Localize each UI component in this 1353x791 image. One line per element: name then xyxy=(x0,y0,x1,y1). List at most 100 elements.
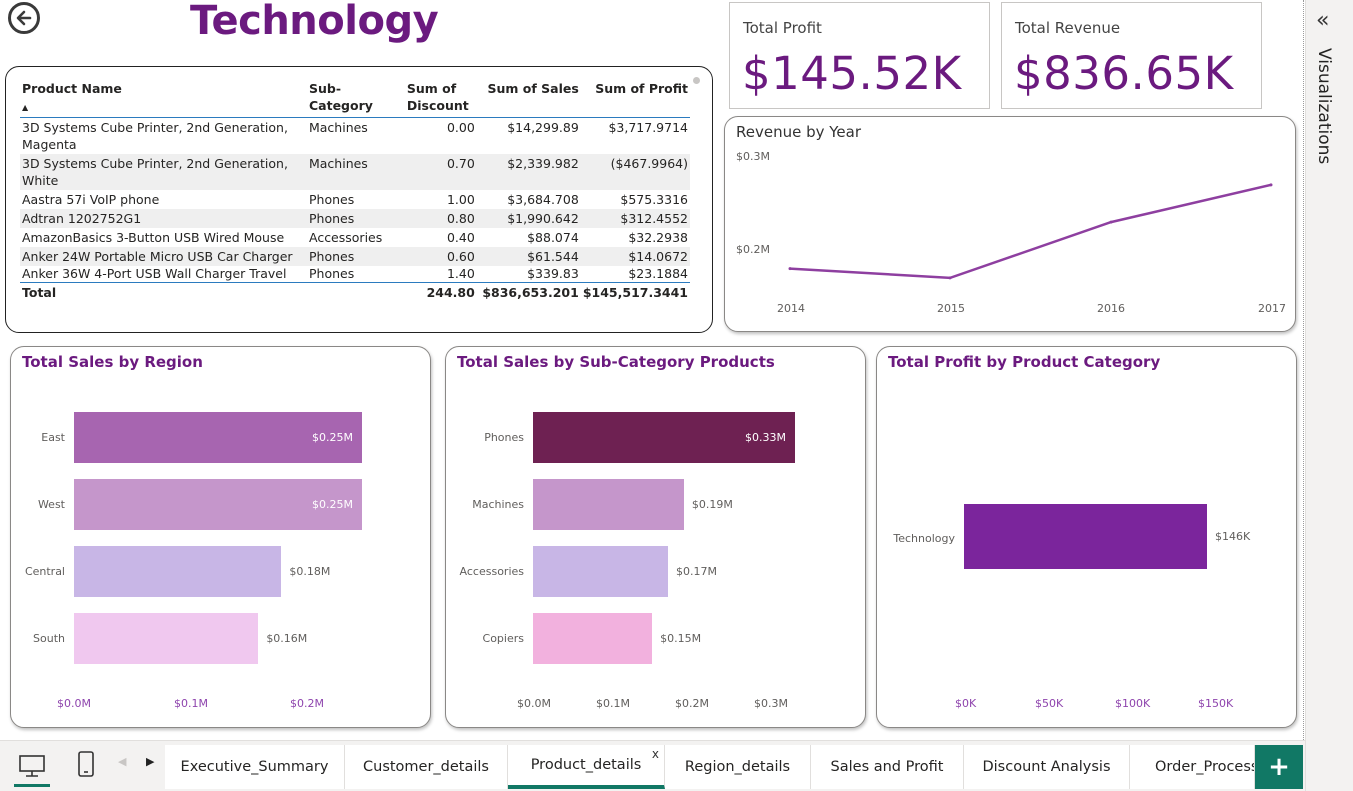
tab-label: Executive_Summary xyxy=(180,759,329,775)
cell-subcat: Machines xyxy=(306,154,405,190)
bar[interactable] xyxy=(74,546,282,597)
category-label: Machines xyxy=(472,498,524,511)
visualizations-pane[interactable]: « Visualizations xyxy=(1305,0,1353,791)
bar[interactable] xyxy=(74,613,259,664)
revenue-point[interactable] xyxy=(948,276,952,280)
tab-label: Sales and Profit xyxy=(830,759,944,775)
revenue-point[interactable] xyxy=(1269,183,1273,187)
total-revenue-label: Total Revenue xyxy=(1015,19,1121,37)
cell-name: Aastra 57i VoIP phone xyxy=(22,192,160,207)
cell-profit: $3,717.9714 xyxy=(608,120,688,135)
x-tick: 2016 xyxy=(1097,302,1125,315)
cell-sales: $61.544 xyxy=(476,247,581,266)
table-row[interactable]: Adtran 1202752G1 Phones 0.80 $1,990.642 … xyxy=(20,209,690,228)
page-title: Technology xyxy=(190,0,439,44)
scroll-indicator[interactable] xyxy=(693,77,700,84)
subcat-chart-title: Total Sales by Sub-Category Products xyxy=(457,353,775,371)
total-label: Total xyxy=(20,282,307,302)
revenue-point[interactable] xyxy=(1109,220,1113,224)
header-product-name[interactable]: Product Name ▲ xyxy=(20,79,307,118)
arrow-left-icon xyxy=(16,10,32,26)
table-row[interactable]: 3D Systems Cube Printer, 2nd Generation,… xyxy=(20,154,690,190)
add-page-button[interactable]: + xyxy=(1255,745,1303,789)
x-tick: $150K xyxy=(1198,697,1234,710)
category-label: East xyxy=(41,431,65,444)
total-discount: 244.80 xyxy=(404,282,477,302)
cell-name: 3D Systems Cube Printer, 2nd Generation,… xyxy=(20,154,307,190)
cell-name: Anker 36W 4-Port USB Wall Charger Travel xyxy=(22,266,287,281)
cell-discount: 0.80 xyxy=(404,209,477,228)
header-profit[interactable]: Sum of Profit xyxy=(580,79,690,118)
mobile-view-button[interactable] xyxy=(74,749,100,785)
x-tick: $0.0M xyxy=(517,697,551,710)
tab-order-processing[interactable]: Order_Processi xyxy=(1130,745,1255,789)
table-row[interactable]: Anker 36W 4-Port USB Wall Charger Travel… xyxy=(20,266,690,283)
x-tick: 2015 xyxy=(937,302,965,315)
product-table[interactable]: Product Name ▲ Sub-Category Sum of Discou… xyxy=(5,66,713,333)
data-label: $0.15M xyxy=(660,631,702,645)
scroll-left-icon[interactable]: ◀ xyxy=(118,755,126,768)
bar[interactable] xyxy=(533,546,668,597)
sales-by-region-chart[interactable]: Total Sales by Region East West Central … xyxy=(10,346,431,728)
category-label: Accessories xyxy=(459,565,524,578)
back-button[interactable] xyxy=(8,2,40,34)
profit-by-category-chart[interactable]: Total Profit by Product Category Technol… xyxy=(876,346,1297,728)
x-tick: $0K xyxy=(955,697,977,710)
bar[interactable] xyxy=(533,613,653,664)
revenue-by-year-chart[interactable]: Revenue by Year $0.3M $0.2M 2014 2015 20… xyxy=(724,116,1296,332)
data-label: $0.33M xyxy=(745,430,786,444)
total-revenue-card[interactable]: Total Revenue $836.65K xyxy=(1001,2,1262,109)
x-tick: 2017 xyxy=(1258,302,1286,315)
total-profit-card[interactable]: Total Profit $145.52K xyxy=(729,2,990,109)
cell-subcat: Accessories xyxy=(308,230,383,245)
tab-sales-and-profit[interactable]: Sales and Profit xyxy=(811,745,964,789)
revenue-point[interactable] xyxy=(788,267,792,271)
monitor-icon xyxy=(19,755,45,777)
cell-sales: $1,990.642 xyxy=(476,209,581,228)
cell-name: Anker 24W Portable Micro USB Car Charger xyxy=(20,247,307,266)
tab-customer-details[interactable]: Customer_details xyxy=(345,745,508,789)
cell-profit: $575.3316 xyxy=(620,192,688,207)
category-label: Copiers xyxy=(482,632,524,645)
cell-discount: 1.00 xyxy=(446,192,475,207)
table-row[interactable]: 3D Systems Cube Printer, 2nd Generation,… xyxy=(20,118,690,155)
product-table-grid: Product Name ▲ Sub-Category Sum of Discou… xyxy=(20,79,690,302)
cell-sales: $2,339.982 xyxy=(476,154,581,190)
tab-discount-analysis[interactable]: Discount Analysis xyxy=(964,745,1130,789)
scroll-right-icon[interactable]: ▶ xyxy=(146,755,154,768)
data-label: $0.16M xyxy=(266,631,308,645)
close-tab-icon[interactable]: x xyxy=(652,747,659,761)
data-label: $146K xyxy=(1215,529,1251,543)
table-row[interactable]: Anker 24W Portable Micro USB Car Charger… xyxy=(20,247,690,266)
table-row[interactable]: Aastra 57i VoIP phone Phones 1.00 $3,684… xyxy=(20,190,690,209)
tab-executive-summary[interactable]: Executive_Summary xyxy=(165,745,345,789)
header-discount[interactable]: Sum of Discount xyxy=(404,79,477,118)
cell-name: 3D Systems Cube Printer, 2nd Generation,… xyxy=(22,120,288,152)
sales-by-subcategory-chart[interactable]: Total Sales by Sub-Category Products Pho… xyxy=(445,346,866,728)
visualizations-label: Visualizations xyxy=(1314,48,1334,165)
table-row[interactable]: AmazonBasics 3-Button USB Wired Mouse Ac… xyxy=(20,228,690,247)
cell-name: Adtran 1202752G1 xyxy=(20,209,307,228)
data-label: $0.17M xyxy=(675,564,717,578)
bar[interactable] xyxy=(533,479,684,530)
category-label: West xyxy=(37,498,65,511)
x-tick: $0.2M xyxy=(675,697,709,710)
header-sales[interactable]: Sum of Sales xyxy=(476,79,581,118)
region-chart-title: Total Sales by Region xyxy=(22,353,203,371)
tab-region-details[interactable]: Region_details xyxy=(665,745,811,789)
category-label: South xyxy=(33,632,65,645)
desktop-view-button[interactable] xyxy=(14,749,50,787)
report-canvas: Technology Total Profit $145.52K Total R… xyxy=(0,0,1304,740)
total-profit-label: Total Profit xyxy=(743,19,822,37)
bar[interactable] xyxy=(964,504,1207,569)
cell-discount: 0.70 xyxy=(404,154,477,190)
x-tick: $0.3M xyxy=(754,697,788,710)
cell-subcat: Phones xyxy=(306,247,405,266)
x-tick: $0.2M xyxy=(290,697,324,710)
header-sub-category[interactable]: Sub-Category xyxy=(306,79,405,118)
category-label: Phones xyxy=(484,431,524,444)
collapse-chevron-icon[interactable]: « xyxy=(1316,8,1329,33)
category-label: Technology xyxy=(893,532,955,545)
tab-product-details[interactable]: Product_details x xyxy=(508,745,665,789)
cell-subcat: Phones xyxy=(308,266,355,281)
